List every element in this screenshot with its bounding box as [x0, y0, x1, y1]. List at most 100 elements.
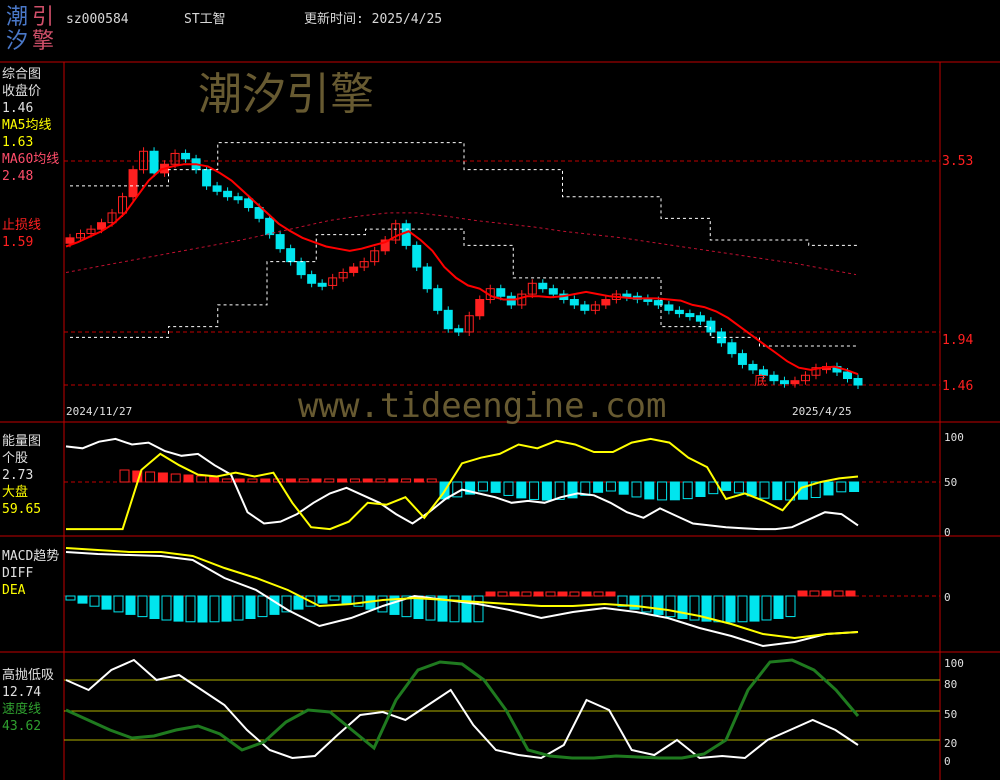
macd-bar: [485, 591, 496, 597]
macd-bar: [341, 595, 352, 604]
energy-bar: [209, 476, 220, 483]
price-tick-3: 1.46: [942, 379, 974, 394]
gp-tick-80: 80: [944, 678, 958, 691]
macd-bar: [845, 590, 856, 597]
gp-tick-0: 0: [944, 755, 951, 768]
energy-bar: [657, 481, 668, 501]
update-time: 更新时间: 2025/4/25: [304, 12, 443, 27]
energy-bar: [285, 478, 296, 483]
close-label: 收盘价: [2, 84, 42, 99]
energy-bar: [324, 478, 335, 483]
candle-body: [548, 288, 558, 295]
macd-bar: [197, 595, 208, 623]
energy-stock-value: 2.73: [2, 468, 34, 483]
macd-bar: [521, 591, 532, 597]
candle-body: [307, 274, 317, 284]
energy-bar: [529, 481, 540, 500]
candle-body: [286, 248, 296, 263]
candle-body: [664, 304, 674, 311]
macd-bar: [149, 595, 160, 620]
candle-body: [223, 190, 233, 198]
dea-label: DEA: [2, 583, 26, 598]
energy-tick-0: 0: [944, 526, 951, 539]
macd-bar: [353, 595, 364, 607]
watermark-cn: 潮汐引擎: [198, 69, 374, 120]
energy-bar: [247, 478, 258, 483]
macd-bar: [161, 595, 172, 621]
date-start: 2024/11/27: [66, 405, 133, 418]
energy-bar: [234, 478, 245, 483]
candle-body: [265, 217, 275, 236]
macd-bar: [569, 591, 580, 597]
candle-body: [496, 288, 506, 297]
candle-body: [706, 320, 716, 333]
macd-bar: [797, 590, 808, 597]
macd-bar: [713, 595, 724, 623]
ma60-value: 2.48: [2, 169, 34, 184]
candle-body: [233, 196, 243, 201]
candle-body: [674, 309, 684, 315]
macd-bar: [125, 595, 136, 615]
energy-bar: [196, 475, 207, 483]
macd-bar: [173, 595, 184, 622]
energy-bar: [644, 481, 655, 500]
logo-char-4: 擎: [32, 29, 55, 54]
candle-body: [244, 198, 254, 209]
energy-tick-100: 100: [944, 431, 964, 444]
macd-bar: [461, 595, 472, 623]
date-end: 2025/4/25: [792, 405, 852, 418]
macd-bar: [545, 591, 556, 597]
candle-body: [317, 282, 327, 287]
macd-bar: [641, 595, 652, 613]
macd-bar: [821, 590, 832, 597]
energy-market-label: 大盘: [2, 485, 29, 500]
energy-bar: [823, 481, 834, 496]
gp-tick-50: 50: [944, 708, 958, 721]
stock-code: sz000584: [66, 12, 129, 27]
candle-body: [779, 380, 789, 385]
energy-bar: [401, 478, 412, 483]
stop-value: 1.59: [2, 235, 34, 250]
macd-bar: [245, 595, 256, 619]
candle-body: [97, 222, 107, 230]
bottom-marker: 底: [754, 374, 768, 389]
energy-bar: [388, 478, 399, 483]
energy-bar: [746, 481, 757, 497]
candle-body: [65, 237, 75, 244]
energy-bar: [836, 481, 847, 493]
energy-bar: [362, 478, 373, 483]
diff-label: DIFF: [2, 566, 34, 581]
energy-bar: [221, 478, 232, 483]
macd-bar: [377, 595, 388, 613]
energy-bar: [119, 469, 130, 483]
macd-bar: [737, 595, 748, 623]
macd-bar: [593, 591, 604, 597]
stop-label: 止损线: [2, 218, 42, 233]
energy-bar: [759, 481, 770, 499]
energy-bar: [605, 481, 616, 492]
gp-title: 高抛低吸: [2, 668, 55, 683]
candle-body: [275, 234, 285, 250]
macd-bar: [329, 595, 340, 601]
macd-bar: [677, 595, 688, 620]
candle-body: [569, 299, 579, 306]
energy-bar: [631, 481, 642, 498]
energy-bar: [311, 478, 322, 483]
macd-bar: [497, 591, 508, 597]
energy-bar: [375, 478, 386, 483]
macd-bar: [221, 595, 232, 622]
candle-body: [433, 288, 443, 311]
energy-bar: [849, 481, 860, 492]
macd-bar: [533, 591, 544, 597]
energy-market-value: 59.65: [2, 502, 42, 517]
macd-bar: [581, 591, 592, 597]
energy-stock-label: 个股: [2, 451, 29, 466]
macd-bar: [317, 595, 328, 604]
candle-body: [737, 353, 747, 365]
candle-body: [842, 371, 852, 380]
candle-body: [538, 282, 548, 290]
macd-bar: [77, 595, 88, 604]
candle-body: [401, 223, 411, 246]
energy-bar: [337, 478, 348, 483]
energy-bar: [298, 478, 309, 483]
